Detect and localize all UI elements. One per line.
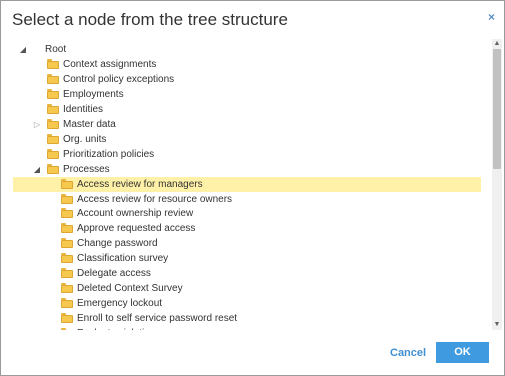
tree-node-label: Control policy exceptions	[63, 73, 175, 85]
folder-icon	[47, 58, 59, 69]
folder-icon	[47, 73, 59, 84]
folder-icon	[61, 178, 73, 189]
tree-node[interactable]: Delegate access	[13, 266, 481, 281]
tree-node[interactable]: Prioritization policies	[13, 147, 481, 162]
tree-node-label: Employments	[63, 88, 124, 100]
folder-icon	[61, 253, 73, 264]
folder-icon	[61, 208, 73, 219]
ok-button[interactable]: OK	[436, 342, 489, 363]
tree-node-label: Org. units	[63, 133, 107, 145]
tree-node-label: Prioritization policies	[63, 148, 155, 160]
tree-node-label: Context assignments	[63, 58, 157, 70]
tree-node[interactable]: Evaluate violation	[13, 326, 481, 330]
folder-icon	[47, 163, 59, 174]
folder-icon	[61, 238, 73, 249]
scroll-up-icon[interactable]: ▲	[492, 39, 502, 49]
folder-icon	[61, 298, 73, 309]
tree-node[interactable]: Change password	[13, 236, 481, 251]
tree-node-label: Access review for managers	[77, 178, 203, 190]
cancel-button[interactable]: Cancel	[390, 347, 426, 359]
scrollbar-thumb[interactable]	[493, 49, 501, 169]
tree-node[interactable]: Emergency lockout	[13, 296, 481, 311]
tree-node[interactable]: ◢ Processes	[13, 162, 481, 177]
tree-node-label: Master data	[63, 118, 116, 130]
tree-node[interactable]: Account ownership review	[13, 206, 481, 221]
tree-node-label: Access review for resource owners	[77, 193, 233, 205]
folder-icon	[61, 223, 73, 234]
tree-node[interactable]: ▷ Master data	[13, 117, 481, 132]
folder-icon	[61, 313, 73, 324]
folder-icon	[47, 148, 59, 159]
tree-node[interactable]: Access review for managers	[13, 176, 481, 192]
folder-icon	[61, 268, 73, 279]
tree-node-label: Enroll to self service password reset	[77, 313, 238, 325]
vertical-scrollbar[interactable]: ▲ ▼	[492, 39, 502, 330]
tree-node[interactable]: Identities	[13, 102, 481, 117]
folder-icon	[61, 328, 73, 330]
folder-icon	[61, 193, 73, 204]
tree-node[interactable]: Enroll to self service password reset	[13, 311, 481, 326]
tree-node[interactable]: Approve requested access	[13, 221, 481, 236]
tree-view[interactable]: ◢ Root Context assignments Control policy e…	[13, 39, 491, 330]
folder-icon	[47, 88, 59, 99]
expand-arrow-icon[interactable]: ▷	[32, 117, 42, 132]
tree-node[interactable]: ◢ Root	[13, 42, 481, 57]
tree-node[interactable]: Control policy exceptions	[13, 72, 481, 87]
collapse-arrow-icon[interactable]: ◢	[32, 162, 42, 177]
tree-node[interactable]: Employments	[13, 87, 481, 102]
tree-node[interactable]: Deleted Context Survey	[13, 281, 481, 296]
tree-node[interactable]: Context assignments	[13, 57, 481, 72]
tree-node-label: Evaluate violation	[77, 326, 155, 330]
scroll-down-icon[interactable]: ▼	[492, 320, 502, 330]
select-node-dialog: Select a node from the tree structure × …	[0, 0, 505, 376]
folder-icon	[47, 103, 59, 114]
tree-node-label: Change password	[77, 238, 158, 250]
tree-node-label: Account ownership review	[77, 208, 194, 220]
tree-node-label: Deleted Context Survey	[77, 283, 183, 295]
tree-node-label: Identities	[63, 103, 104, 115]
dialog-title: Select a node from the tree structure	[12, 10, 288, 29]
folder-icon	[61, 283, 73, 294]
tree-node[interactable]: Org. units	[13, 132, 481, 147]
tree-node-label: Emergency lockout	[77, 298, 163, 310]
tree-node-label: Delegate access	[77, 268, 151, 280]
close-icon[interactable]: ×	[488, 11, 495, 23]
tree-node-label: Root	[45, 44, 67, 55]
tree-node[interactable]: Access review for resource owners	[13, 192, 481, 207]
folder-icon	[47, 118, 59, 129]
tree-node-label: Classification survey	[77, 253, 169, 265]
tree-node-label: Approve requested access	[77, 223, 196, 235]
tree-node[interactable]: Classification survey	[13, 251, 481, 266]
folder-icon	[47, 133, 59, 144]
tree-node-label: Processes	[63, 163, 110, 175]
collapse-arrow-icon[interactable]: ◢	[18, 42, 28, 57]
